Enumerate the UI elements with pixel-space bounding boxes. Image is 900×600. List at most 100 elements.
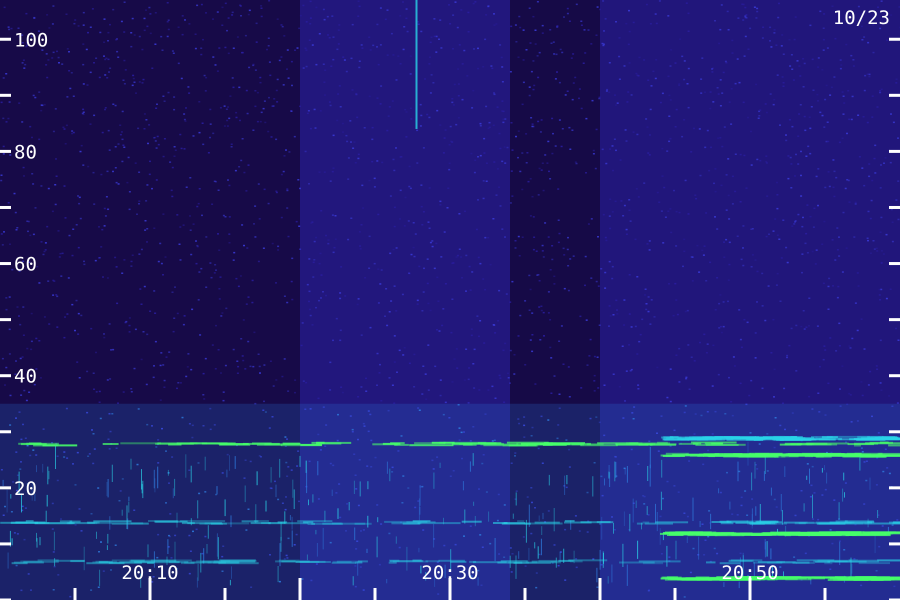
noise-speck: [876, 368, 879, 370]
noise-speck: [825, 84, 828, 87]
impulse-blip: [293, 489, 295, 509]
noise-speck: [131, 17, 134, 20]
noise-speck: [225, 307, 228, 310]
noise-speck: [130, 45, 133, 48]
impulse-blip: [292, 479, 294, 498]
noise-speck: [109, 378, 112, 380]
noise-speck: [364, 277, 367, 279]
noise-speck: [517, 130, 520, 132]
noise-speck: [731, 52, 734, 54]
noise-speck: [4, 384, 6, 386]
band-segment: [773, 454, 794, 457]
impulse-blip: [141, 469, 142, 490]
noise-speck: [123, 259, 126, 261]
noise-speck: [114, 146, 117, 148]
noise-speck: [153, 227, 156, 229]
noise-speck: [302, 380, 305, 382]
noise-speck: [106, 170, 109, 173]
impulse-blip: [224, 499, 226, 517]
impulse-blip: [784, 466, 786, 477]
noise-speck: [451, 98, 454, 100]
noise-speck: [528, 94, 531, 97]
impulse-blip: [770, 487, 772, 496]
noise-speck: [11, 268, 14, 271]
noise-speck: [848, 392, 851, 395]
noise-speck: [875, 247, 878, 250]
noise-speck: [683, 78, 686, 81]
noise-speck: [623, 299, 626, 301]
noise-speck: [891, 221, 894, 223]
noise-speck: [381, 161, 384, 164]
noise-speck: [482, 66, 485, 68]
noise-speck: [723, 241, 725, 243]
noise-speck: [308, 258, 311, 260]
noise-speck: [618, 37, 621, 39]
noise-speck: [429, 241, 432, 244]
noise-speck: [669, 137, 672, 140]
noise-speck: [427, 389, 430, 391]
noise-speck: [776, 272, 779, 275]
noise-speck: [636, 353, 639, 355]
noise-speck: [422, 291, 425, 293]
noise-speck: [509, 382, 511, 384]
noise-speck: [499, 147, 502, 150]
noise-speck: [795, 324, 798, 327]
noise-speck: [162, 274, 164, 276]
noise-speck: [179, 259, 182, 261]
noise-speck: [440, 47, 443, 49]
noise-speck: [675, 354, 678, 356]
noise-speck: [392, 158, 395, 161]
noise-speck: [98, 257, 101, 259]
noise-speck: [684, 310, 687, 313]
impulse-blip: [632, 498, 634, 523]
noise-speck: [777, 16, 780, 19]
noise-speck: [501, 228, 504, 230]
noise-speck: [357, 298, 360, 300]
noise-speck: [413, 386, 416, 388]
noise-speck: [596, 356, 599, 358]
noise-speck: [604, 18, 607, 20]
noise-speck: [166, 2, 169, 4]
noise-speck: [797, 213, 800, 216]
noise-speck: [674, 126, 677, 128]
noise-speck: [173, 317, 176, 319]
noise-speck: [195, 240, 197, 242]
noise-speck: [154, 43, 157, 45]
impulse-blip: [359, 481, 361, 497]
noise-speck: [121, 138, 124, 141]
noise-speck: [207, 152, 210, 154]
noise-speck: [457, 95, 460, 97]
noise-speck: [593, 374, 596, 377]
noise-speck: [485, 180, 488, 182]
noise-speck: [105, 196, 108, 198]
noise-speck: [234, 169, 237, 172]
noise-speck: [159, 242, 162, 245]
impulse-blip: [763, 471, 765, 481]
noise-speck: [39, 377, 42, 379]
noise-speck: [518, 255, 521, 257]
noise-speck: [420, 205, 423, 208]
noise-speck: [675, 245, 678, 247]
noise-speck: [308, 39, 311, 41]
noise-speck: [66, 48, 69, 50]
noise-speck: [361, 47, 364, 49]
noise-speck: [271, 242, 274, 245]
impulse-blip: [686, 536, 688, 543]
band-segment: [691, 441, 737, 444]
noise-speck: [765, 235, 768, 238]
noise-speck: [54, 203, 57, 206]
noise-speck: [854, 203, 857, 205]
impulse-blip: [231, 566, 232, 579]
noise-speck: [320, 297, 322, 299]
noise-speck: [356, 116, 359, 119]
noise-speck: [388, 106, 391, 108]
noise-speck: [244, 34, 247, 37]
impulse-blip: [637, 540, 639, 559]
noise-speck: [737, 17, 740, 19]
noise-speck: [504, 342, 507, 345]
noise-speck: [550, 42, 553, 44]
band-segment: [388, 561, 397, 564]
noise-speck: [543, 335, 545, 337]
noise-speck: [296, 47, 299, 49]
noise-speck: [498, 132, 501, 135]
